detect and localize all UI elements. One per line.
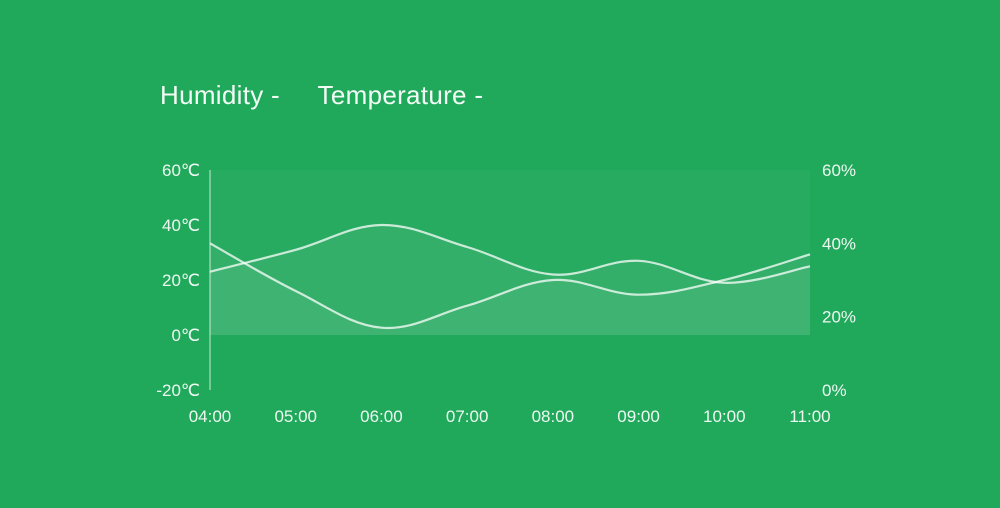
y-tick-right: 60%: [822, 161, 856, 180]
x-tick: 10:00: [703, 407, 746, 426]
x-tick: 05:00: [274, 407, 317, 426]
x-tick: 11:00: [789, 407, 830, 426]
legend: Humidity - Temperature -: [160, 80, 513, 111]
x-tick: 08:00: [532, 407, 575, 426]
y-tick-right: 0%: [822, 381, 847, 400]
y-tick-right: 40%: [822, 234, 856, 253]
x-tick: 07:00: [446, 407, 489, 426]
legend-item-humidity: Humidity -: [160, 80, 280, 111]
y-tick-left: 20℃: [162, 271, 200, 290]
legend-item-temperature: Temperature -: [318, 80, 484, 111]
y-tick-left: 60℃: [162, 161, 200, 180]
y-tick-left: 0℃: [171, 326, 200, 345]
x-tick: 04:00: [189, 407, 232, 426]
chart: -20℃ 0℃ 20℃ 40℃ 60℃ 0% 20% 40% 60% 04:00 05:00 06:0…: [130, 160, 870, 450]
x-tick: 09:00: [617, 407, 660, 426]
y-tick-left: -20℃: [156, 381, 200, 400]
y-tick-right: 20%: [822, 308, 856, 327]
x-tick: 06:00: [360, 407, 403, 426]
y-tick-left: 40℃: [162, 216, 200, 235]
